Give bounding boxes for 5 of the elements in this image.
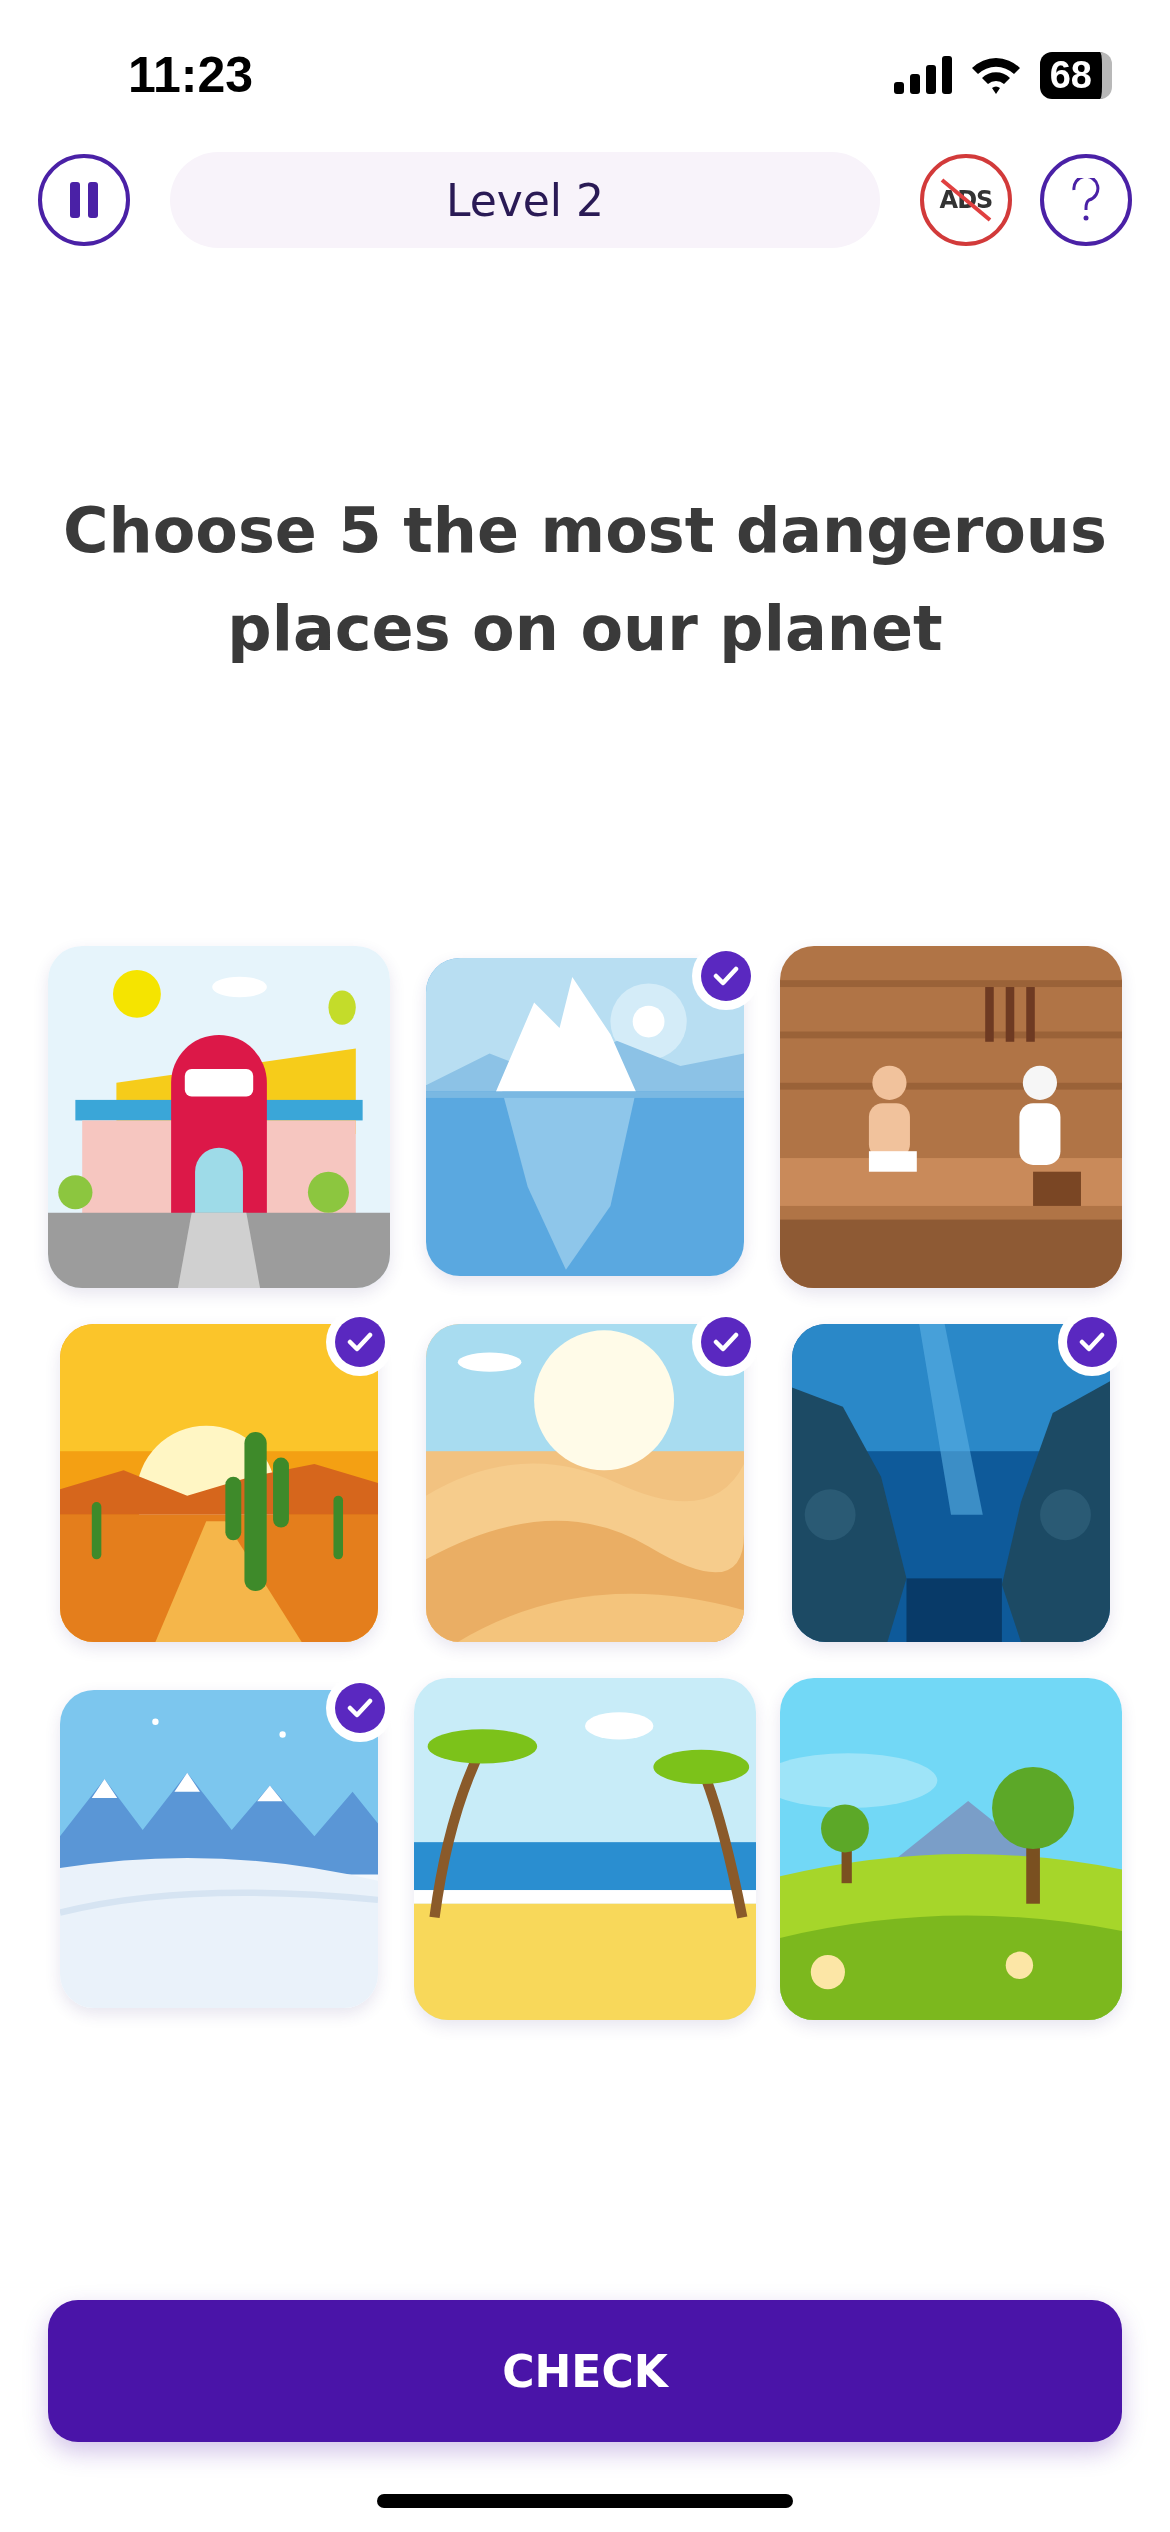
check-button[interactable]: CHECK: [48, 2300, 1122, 2442]
question-text: Choose 5 the most dangerous places on our planet: [62, 493, 1108, 667]
status-time: 11:23: [128, 46, 254, 104]
level-label: Level 2: [445, 174, 605, 226]
battery-level: 68: [1039, 51, 1112, 99]
